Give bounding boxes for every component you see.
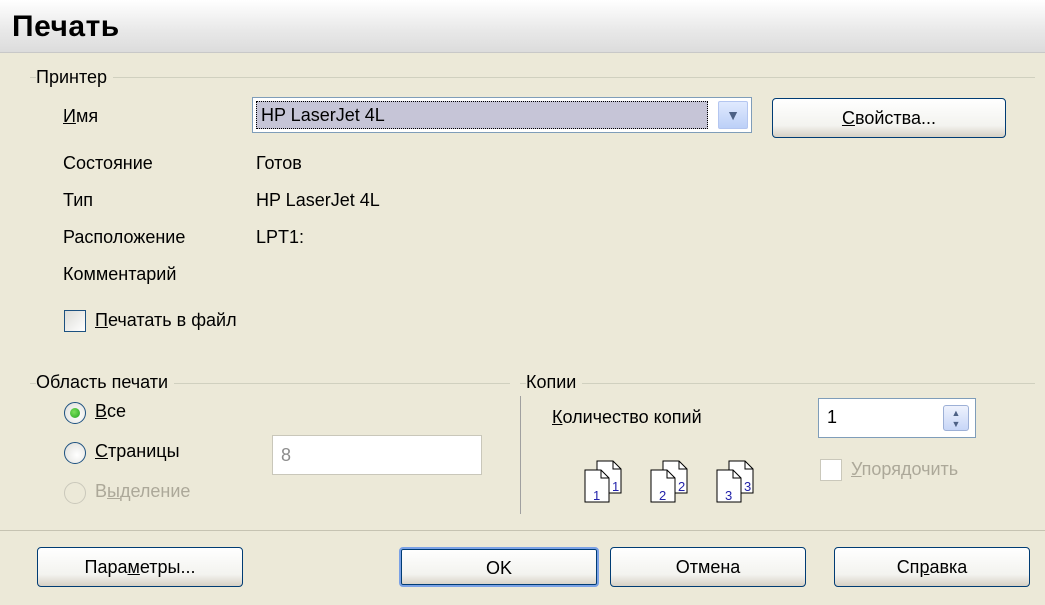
spin-down-arrow[interactable]: ▼ bbox=[944, 419, 968, 429]
footer-separator bbox=[0, 530, 1045, 531]
radio-selection[interactable] bbox=[64, 482, 86, 504]
properties-button-label: Свойства... bbox=[841, 108, 937, 128]
collate-checkbox[interactable] bbox=[820, 459, 842, 481]
help-button-label-rest: авка bbox=[929, 557, 968, 577]
copies-count-label-rest: оличество копий bbox=[562, 407, 702, 427]
collate-page-3-back-number: 3 bbox=[744, 479, 751, 494]
copies-count-spinner[interactable]: 1 ▲ ▼ bbox=[818, 398, 976, 438]
radio-all-label-rest: се bbox=[107, 401, 127, 421]
radio-selected-dot bbox=[70, 408, 80, 418]
printer-name-value: HP LaserJet 4L bbox=[256, 101, 708, 129]
type-label: Тип bbox=[63, 190, 94, 210]
help-button-label-a: Сп bbox=[896, 557, 920, 577]
copies-count-label: Количество копий bbox=[552, 407, 702, 427]
copies-group-label: Копии bbox=[526, 372, 583, 393]
collate-page-1-back-number: 1 bbox=[612, 479, 619, 494]
help-button[interactable]: Справка bbox=[834, 547, 1030, 587]
spinner-updown-icon[interactable]: ▲ ▼ bbox=[943, 405, 969, 431]
radio-selection-label-a: В bbox=[95, 481, 108, 501]
radio-pages[interactable] bbox=[64, 442, 86, 464]
dialog-title: Печать bbox=[12, 10, 120, 43]
type-value: HP LaserJet 4L bbox=[256, 190, 380, 210]
title-bar[interactable]: Печать bbox=[0, 0, 1045, 53]
pages-input[interactable]: 8 bbox=[272, 435, 482, 475]
options-button[interactable]: Параметры... bbox=[37, 547, 243, 587]
copies-group-separator bbox=[520, 396, 521, 514]
copies-group-border bbox=[520, 383, 1035, 384]
radio-all-label[interactable]: Все bbox=[95, 401, 126, 422]
printer-name-label-rest: мя bbox=[75, 106, 99, 126]
radio-selection-label[interactable]: Выделение bbox=[95, 481, 190, 502]
collate-page-2-back-number: 2 bbox=[678, 479, 685, 494]
location-label: Расположение bbox=[63, 227, 186, 247]
spin-up-arrow[interactable]: ▲ bbox=[944, 408, 968, 418]
cancel-button[interactable]: Отмена bbox=[610, 547, 806, 587]
radio-selection-label-rest: деление bbox=[119, 481, 191, 501]
printer-name-label: Имя bbox=[63, 106, 99, 126]
ok-button[interactable]: OK bbox=[399, 547, 599, 587]
chevron-down-icon[interactable]: ▼ bbox=[718, 101, 748, 129]
radio-pages-label-rest: траницы bbox=[108, 441, 180, 461]
collate-page-3-front-number: 3 bbox=[725, 488, 732, 503]
location-value: LPT1: bbox=[256, 227, 305, 247]
radio-pages-label[interactable]: Страницы bbox=[95, 441, 180, 462]
help-button-label: Справка bbox=[896, 557, 968, 577]
copies-count-value: 1 bbox=[827, 407, 838, 427]
print-to-file-label[interactable]: Печатать в файл bbox=[95, 310, 237, 331]
collate-label-rest: порядочить bbox=[861, 459, 959, 479]
status-value: Готов bbox=[256, 153, 302, 173]
properties-button-label-rest: войства... bbox=[854, 108, 937, 128]
properties-button[interactable]: Свойства... bbox=[772, 98, 1006, 138]
print-to-file-label-rest: ечатать в файл bbox=[107, 310, 237, 330]
range-group-label: Область печати bbox=[36, 372, 175, 393]
collate-page-icon-2: 2 2 bbox=[650, 460, 688, 503]
printer-group-label: Принтер bbox=[36, 67, 114, 88]
collate-label[interactable]: Упорядочить bbox=[851, 459, 958, 480]
comment-label: Комментарий bbox=[63, 264, 177, 284]
collate-page-icon-1: 1 1 bbox=[584, 460, 622, 503]
print-to-file-checkbox[interactable] bbox=[64, 310, 86, 332]
options-button-label-a: Пара bbox=[84, 557, 128, 577]
status-label: Состояние bbox=[63, 153, 153, 173]
printer-name-combobox[interactable]: HP LaserJet 4L ▼ bbox=[252, 97, 752, 133]
radio-all[interactable] bbox=[64, 402, 86, 424]
options-button-label: Параметры... bbox=[84, 557, 196, 577]
collate-page-2-front-number: 2 bbox=[659, 488, 666, 503]
collate-page-1-front-number: 1 bbox=[593, 488, 600, 503]
options-button-label-rest: етры... bbox=[139, 557, 196, 577]
collate-page-icon-3: 3 3 bbox=[716, 460, 754, 503]
print-dialog: Печать Принтер Имя HP LaserJet 4L ▼ Свой… bbox=[0, 0, 1045, 605]
printer-group-border bbox=[30, 77, 1035, 78]
